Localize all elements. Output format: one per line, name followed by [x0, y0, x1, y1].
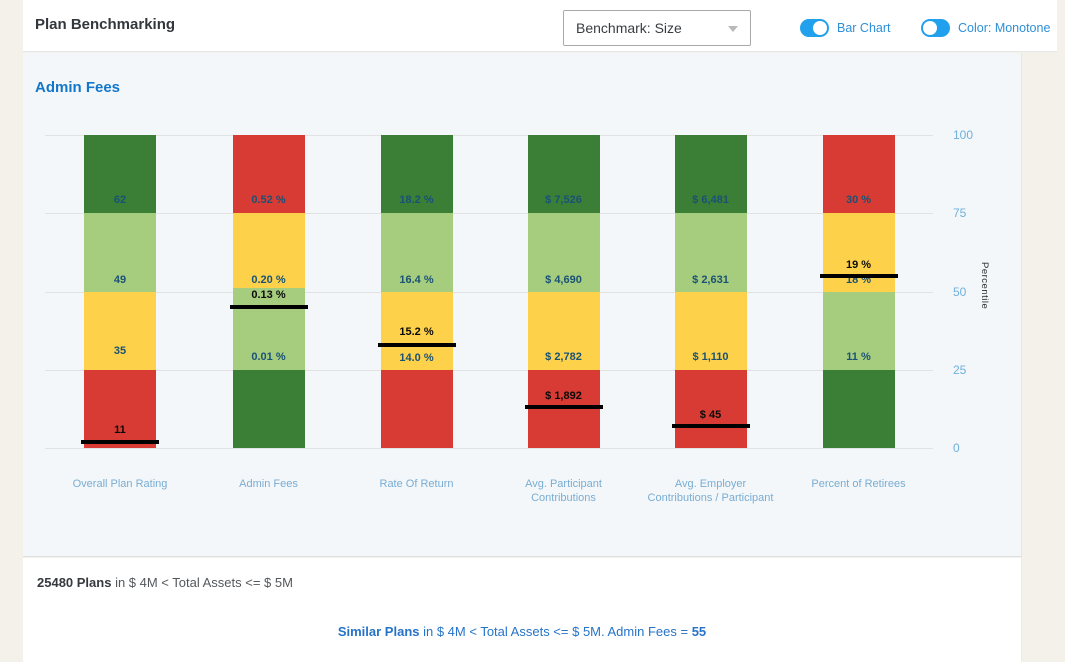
- section-title: Admin Fees: [35, 79, 120, 96]
- benchmark-dropdown-value: Benchmark: Size: [576, 20, 682, 36]
- bar-chart-toggle-label: Bar Chart: [837, 21, 891, 35]
- bar-segment-red[interactable]: [675, 370, 747, 448]
- bar-segment-lightgreen[interactable]: [823, 292, 895, 370]
- plans-count-line: 25480 Plans in $ 4M < Total Assets <= $ …: [37, 575, 293, 590]
- similar-plans-line: Similar Plans in $ 4M < Total Assets <= …: [23, 624, 1021, 639]
- similar-plans-mid: in $ 4M < Total Assets <= $ 5M. Admin Fe…: [420, 624, 692, 639]
- bar-segment-yellow[interactable]: [675, 292, 747, 370]
- benchmark-dropdown[interactable]: Benchmark: Size: [563, 10, 751, 46]
- color-monotone-toggle[interactable]: [921, 19, 950, 37]
- bar-segment-lightgreen[interactable]: [84, 213, 156, 291]
- bar-segment-red[interactable]: [84, 370, 156, 448]
- bar-segment-darkgreen[interactable]: [528, 135, 600, 213]
- color-monotone-toggle-label: Color: Monotone: [958, 21, 1050, 35]
- similar-plans-bold: Similar Plans: [338, 624, 420, 639]
- chevron-down-icon: [728, 26, 738, 32]
- bar-segment-darkgreen[interactable]: [823, 370, 895, 448]
- toggle-knob: [923, 21, 937, 35]
- header-bar: Plan Benchmarking Benchmark: Size Bar Ch…: [23, 0, 1057, 52]
- plans-count-bold: 25480 Plans: [37, 575, 111, 590]
- color-monotone-toggle-group: Color: Monotone: [921, 19, 1050, 37]
- bar-segment-yellow[interactable]: [381, 292, 453, 370]
- footer-section: 25480 Plans in $ 4M < Total Assets <= $ …: [23, 558, 1022, 662]
- similar-plans-value: 55: [692, 624, 706, 639]
- bar-segment-yellow[interactable]: [823, 213, 895, 291]
- bar-segment-lightgreen[interactable]: [233, 288, 305, 369]
- bar-segment-red[interactable]: [528, 370, 600, 448]
- bar-segment-darkgreen[interactable]: [84, 135, 156, 213]
- bar-segment-yellow[interactable]: [84, 292, 156, 370]
- bar-segment-red[interactable]: [381, 370, 453, 448]
- bar-segment-lightgreen[interactable]: [528, 213, 600, 291]
- bar-segment-darkgreen[interactable]: [381, 135, 453, 213]
- bar-segment-lightgreen[interactable]: [381, 213, 453, 291]
- y-axis-title: Percentile: [979, 262, 990, 309]
- bar-segment-darkgreen[interactable]: [233, 370, 305, 448]
- bar-segment-yellow[interactable]: [528, 292, 600, 370]
- bar-chart-toggle-group: Bar Chart: [800, 19, 891, 37]
- bar-chart-toggle[interactable]: [800, 19, 829, 37]
- bar-segment-red[interactable]: [823, 135, 895, 213]
- bar-segment-lightgreen[interactable]: [675, 213, 747, 291]
- toggle-knob: [813, 21, 827, 35]
- plans-count-rest: in $ 4M < Total Assets <= $ 5M: [111, 575, 293, 590]
- bar-segment-red[interactable]: [233, 135, 305, 213]
- plan-benchmarking-page: Plan Benchmarking Benchmark: Size Bar Ch…: [0, 0, 1065, 662]
- bar-segment-yellow[interactable]: [233, 213, 305, 288]
- bar-segment-darkgreen[interactable]: [675, 135, 747, 213]
- page-title: Plan Benchmarking: [35, 16, 175, 33]
